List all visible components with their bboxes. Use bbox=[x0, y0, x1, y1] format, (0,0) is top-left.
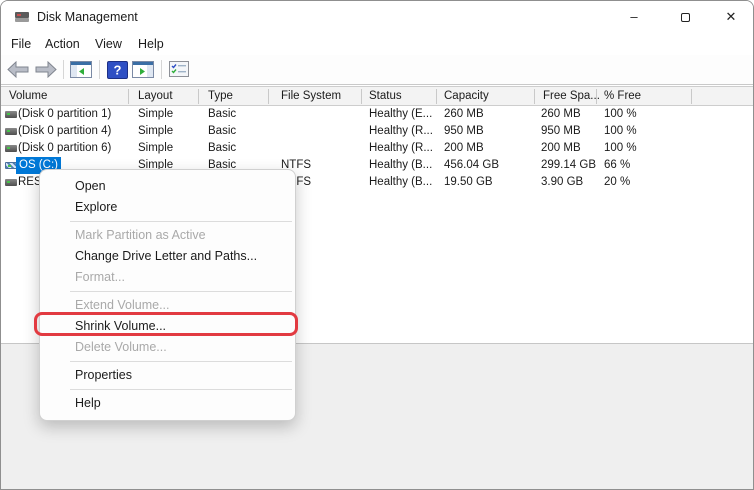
header-divider[interactable] bbox=[436, 89, 437, 104]
menu-item-delete-volume: Delete Volume... bbox=[40, 337, 295, 358]
cell-capacity: 19.50 GB bbox=[444, 174, 493, 191]
cell-capacity: 456.04 GB bbox=[444, 157, 499, 174]
menu-action[interactable]: Action bbox=[45, 33, 80, 55]
col-file-system[interactable]: File System bbox=[281, 87, 341, 105]
header-divider[interactable] bbox=[268, 89, 269, 104]
action-pane-icon[interactable] bbox=[132, 61, 154, 78]
cell-pct-free: 66 % bbox=[604, 157, 630, 174]
cell-capacity: 950 MB bbox=[444, 123, 484, 140]
console-tree-icon[interactable] bbox=[70, 61, 92, 78]
col-type[interactable]: Type bbox=[208, 87, 233, 105]
volume-row-disk0-partition6[interactable]: (Disk 0 partition 6) Simple Basic Health… bbox=[1, 140, 753, 157]
close-button[interactable]: ✕ bbox=[708, 1, 754, 33]
cell-type: Basic bbox=[208, 123, 236, 140]
cell-pct-free: 100 % bbox=[604, 123, 637, 140]
cell-volume: (Disk 0 partition 1) bbox=[18, 106, 111, 123]
customize-icon[interactable] bbox=[169, 61, 189, 77]
volume-icon bbox=[5, 145, 17, 152]
volume-icon bbox=[5, 111, 17, 118]
menu-item-properties[interactable]: Properties bbox=[40, 365, 295, 386]
menu-help[interactable]: Help bbox=[138, 33, 164, 55]
back-icon[interactable] bbox=[6, 61, 30, 78]
volume-icon bbox=[5, 179, 17, 186]
menu-file[interactable]: File bbox=[11, 33, 31, 55]
cell-capacity: 200 MB bbox=[444, 140, 484, 157]
cell-status: Healthy (B... bbox=[369, 157, 432, 174]
header-divider[interactable] bbox=[534, 89, 535, 104]
volume-icon bbox=[5, 128, 17, 135]
cell-status: Healthy (B... bbox=[369, 174, 432, 191]
menu-separator bbox=[70, 291, 292, 292]
disk-management-app-icon bbox=[14, 9, 30, 25]
forward-icon[interactable] bbox=[34, 61, 58, 78]
minimize-button[interactable]: – bbox=[611, 1, 657, 33]
volume-row-disk0-partition1[interactable]: (Disk 0 partition 1) Simple Basic Health… bbox=[1, 106, 753, 123]
col-free-space[interactable]: Free Spa... bbox=[543, 87, 600, 105]
cell-free-space: 3.90 GB bbox=[541, 174, 583, 191]
col-status[interactable]: Status bbox=[369, 87, 402, 105]
cell-free-space: 950 MB bbox=[541, 123, 581, 140]
toolbar-separator bbox=[63, 60, 64, 79]
cell-status: Healthy (E... bbox=[369, 106, 432, 123]
cell-volume: (Disk 0 partition 6) bbox=[18, 140, 111, 157]
menu-separator bbox=[70, 221, 292, 222]
menu-view[interactable]: View bbox=[95, 33, 122, 55]
header-divider[interactable] bbox=[691, 89, 692, 104]
header-divider[interactable] bbox=[361, 89, 362, 104]
volume-list-header: Volume Layout Type File System Status Ca… bbox=[1, 86, 753, 106]
menu-item-change-drive-letter[interactable]: Change Drive Letter and Paths... bbox=[40, 246, 295, 267]
col-volume[interactable]: Volume bbox=[9, 87, 47, 105]
cell-status: Healthy (R... bbox=[369, 140, 433, 157]
menu-separator bbox=[70, 389, 292, 390]
menu-bar: File Action View Help bbox=[1, 33, 753, 55]
cell-free-space: 299.14 GB bbox=[541, 157, 596, 174]
svg-text:?: ? bbox=[114, 63, 122, 78]
header-divider[interactable] bbox=[128, 89, 129, 104]
maximize-icon bbox=[681, 13, 690, 22]
cell-capacity: 260 MB bbox=[444, 106, 484, 123]
menu-item-open[interactable]: Open bbox=[40, 176, 295, 197]
cell-pct-free: 100 % bbox=[604, 140, 637, 157]
help-icon[interactable]: ? bbox=[107, 61, 128, 79]
cell-pct-free: 20 % bbox=[604, 174, 630, 191]
cell-type: Basic bbox=[208, 140, 236, 157]
volume-row-disk0-partition4[interactable]: (Disk 0 partition 4) Simple Basic Health… bbox=[1, 123, 753, 140]
menu-separator bbox=[70, 361, 292, 362]
cell-pct-free: 100 % bbox=[604, 106, 637, 123]
col-layout[interactable]: Layout bbox=[138, 87, 173, 105]
title-bar: Disk Management – ✕ bbox=[1, 1, 753, 33]
cell-free-space: 200 MB bbox=[541, 140, 581, 157]
shrink-volume-highlight-box bbox=[34, 312, 298, 336]
toolbar-separator bbox=[161, 60, 162, 79]
header-divider[interactable] bbox=[596, 89, 597, 104]
disk-management-window: Disk Management – ✕ File Action View Hel… bbox=[0, 0, 754, 490]
header-divider[interactable] bbox=[198, 89, 199, 104]
col-capacity[interactable]: Capacity bbox=[444, 87, 489, 105]
cell-type: Basic bbox=[208, 106, 236, 123]
menu-item-mark-partition-active: Mark Partition as Active bbox=[40, 225, 295, 246]
menu-item-format: Format... bbox=[40, 267, 295, 288]
cell-volume: (Disk 0 partition 4) bbox=[18, 123, 111, 140]
menu-item-help[interactable]: Help bbox=[40, 393, 295, 414]
cell-layout: Simple bbox=[138, 106, 173, 123]
col-pct-free[interactable]: % Free bbox=[604, 87, 641, 105]
maximize-button[interactable] bbox=[662, 1, 708, 33]
toolbar: ? bbox=[1, 55, 753, 85]
window-title: Disk Management bbox=[37, 1, 138, 33]
cell-status: Healthy (R... bbox=[369, 123, 433, 140]
cell-layout: Simple bbox=[138, 140, 173, 157]
context-menu: Open Explore Mark Partition as Active Ch… bbox=[39, 169, 296, 421]
cell-layout: Simple bbox=[138, 123, 173, 140]
cell-free-space: 260 MB bbox=[541, 106, 581, 123]
toolbar-separator bbox=[99, 60, 100, 79]
menu-item-explore[interactable]: Explore bbox=[40, 197, 295, 218]
